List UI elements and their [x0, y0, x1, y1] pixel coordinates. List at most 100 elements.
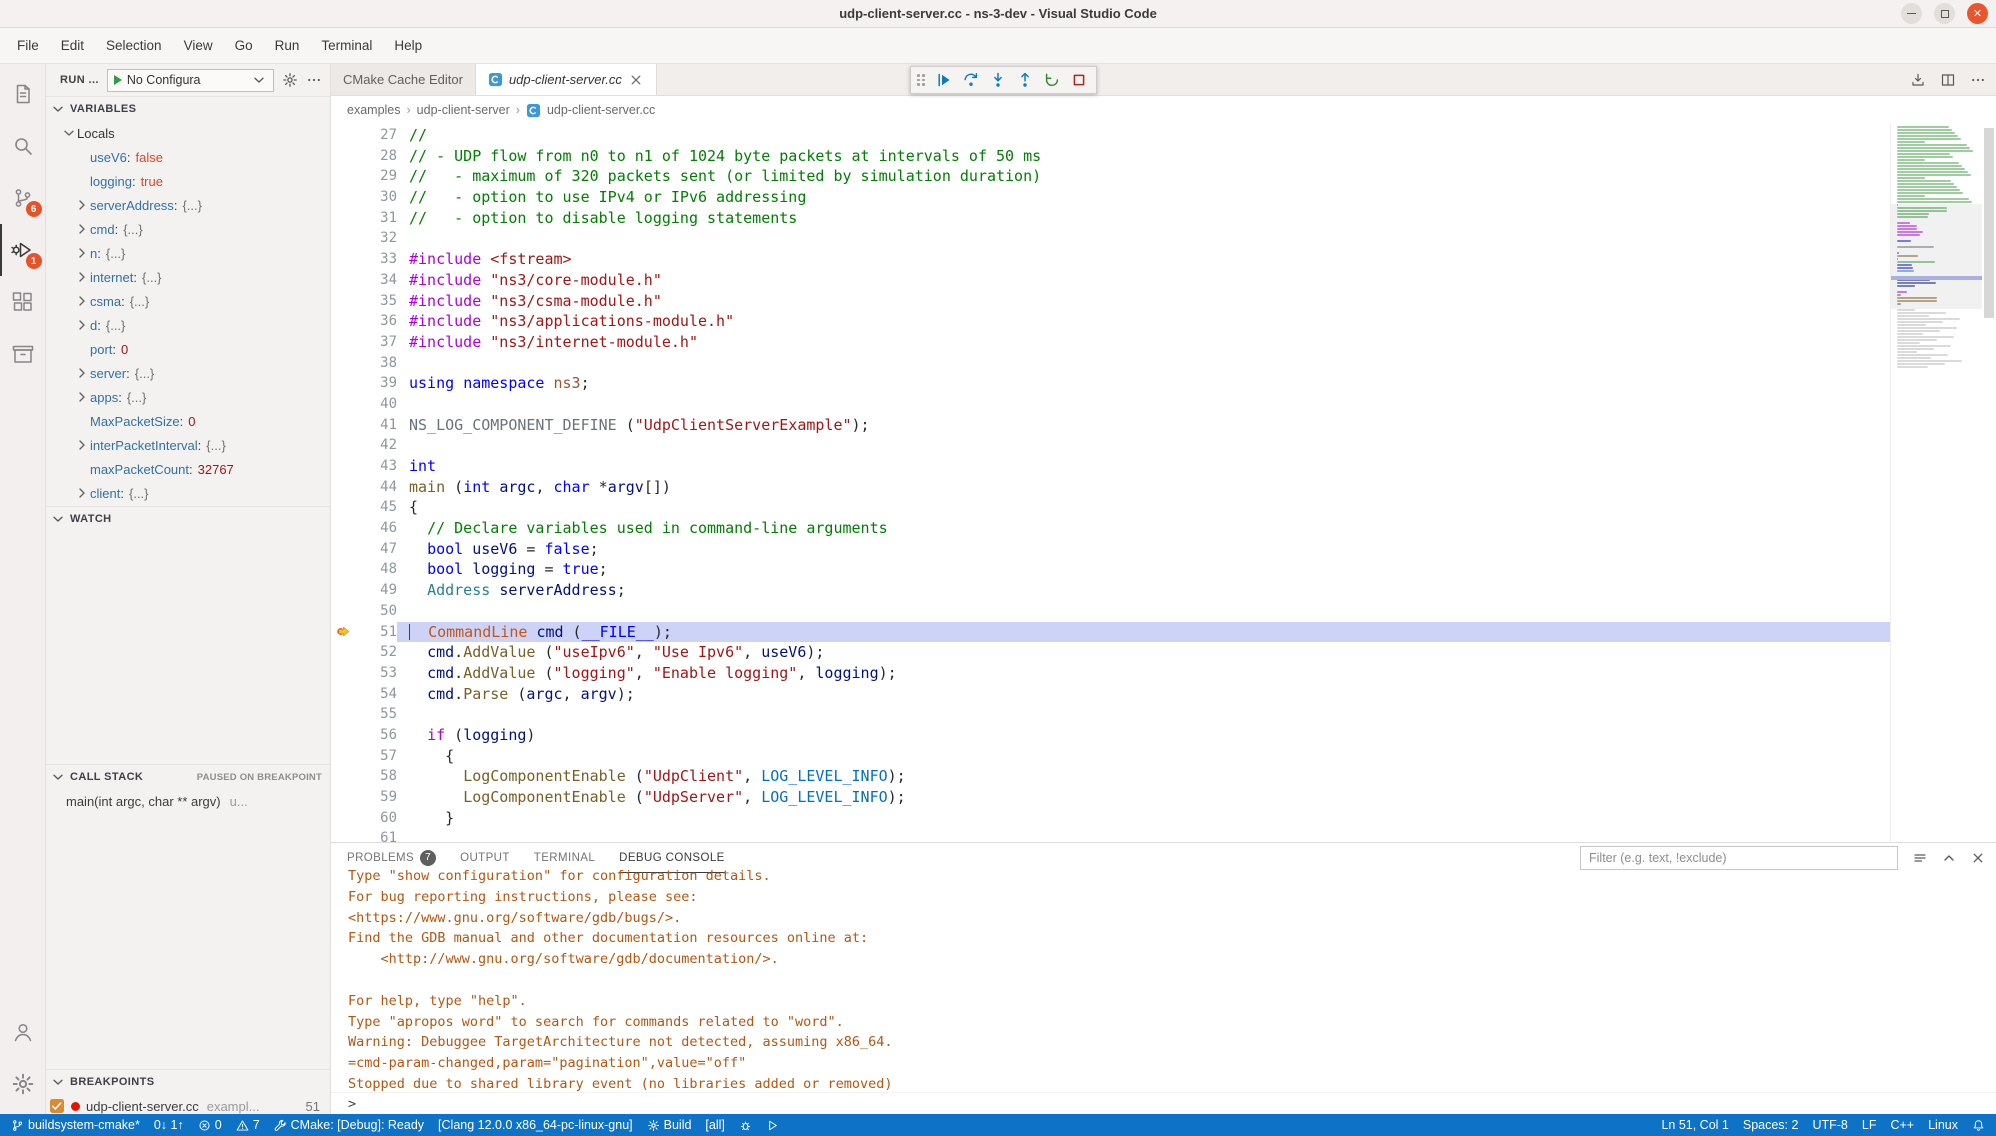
menu-help[interactable]: Help [383, 28, 433, 63]
variable-interPacketInterval[interactable]: interPacketInterval:{...} [46, 433, 330, 457]
gear-icon[interactable] [282, 72, 298, 88]
cmake-launch[interactable] [759, 1114, 786, 1136]
language-mode[interactable]: C++ [1883, 1114, 1921, 1136]
close-panel-icon[interactable] [1970, 850, 1986, 866]
menu-terminal[interactable]: Terminal [310, 28, 383, 63]
breakpoint-gutter[interactable] [331, 766, 355, 787]
variables-section-header[interactable]: VARIABLES [46, 97, 330, 121]
variable-internet[interactable]: internet:{...} [46, 265, 330, 289]
breakpoint-gutter[interactable] [331, 373, 355, 394]
variable-csma[interactable]: csma:{...} [46, 289, 330, 313]
step-out-button[interactable] [1011, 68, 1038, 92]
variable-logging[interactable]: logging:true [46, 169, 330, 193]
activity-item-search[interactable] [0, 120, 46, 172]
breakpoint-gutter[interactable] [331, 477, 355, 498]
git-branch[interactable]: buildsystem-cmake* [4, 1114, 147, 1136]
variable-port[interactable]: port:0 [46, 337, 330, 361]
step-over-button[interactable] [957, 68, 984, 92]
breakpoint-gutter[interactable] [331, 311, 355, 332]
eol[interactable]: LF [1855, 1114, 1884, 1136]
breakpoint-gutter[interactable] [331, 704, 355, 725]
menu-edit[interactable]: Edit [50, 28, 95, 63]
editor-tab-cmake-cache-editor[interactable]: CMake Cache Editor [331, 64, 476, 95]
breakpoint-item[interactable]: udp-client-server.ccexampl...51 [46, 1094, 330, 1114]
breakpoint-gutter[interactable] [331, 146, 355, 167]
menu-file[interactable]: File [6, 28, 50, 63]
continue-button[interactable] [930, 68, 957, 92]
cmake-status[interactable]: CMake: [Debug]: Ready [267, 1114, 431, 1136]
variable-server[interactable]: server:{...} [46, 361, 330, 385]
breakpoints-section-header[interactable]: BREAKPOINTS [46, 1070, 330, 1094]
activity-item-settings[interactable] [0, 1058, 46, 1110]
more-actions-icon[interactable] [306, 72, 322, 88]
launch-config-dropdown[interactable]: No Configura [107, 69, 274, 92]
breakpoint-gutter[interactable] [331, 125, 355, 146]
cmake-kit[interactable]: [Clang 12.0.0 x86_64-pc-linux-gnu] [431, 1114, 640, 1136]
stop-button[interactable] [1065, 68, 1092, 92]
maximize-icon[interactable] [1934, 3, 1955, 24]
breakpoint-gutter[interactable] [331, 228, 355, 249]
cmake-target[interactable]: [all] [698, 1114, 731, 1136]
variable-cmd[interactable]: cmd:{...} [46, 217, 330, 241]
activity-item-explorer[interactable] [0, 68, 46, 120]
breakpoint-gutter[interactable] [331, 456, 355, 477]
breakpoint-gutter[interactable] [331, 808, 355, 829]
menu-run[interactable]: Run [264, 28, 311, 63]
more-actions-icon[interactable] [1970, 72, 1986, 88]
breakpoint-gutter[interactable] [331, 539, 355, 560]
editor-scrollbar[interactable] [1982, 124, 1996, 842]
breakpoint-gutter[interactable] [331, 642, 355, 663]
breakpoint-gutter[interactable] [331, 497, 355, 518]
warnings[interactable]: 7 [229, 1114, 267, 1136]
variable-n[interactable]: n:{...} [46, 241, 330, 265]
minimap[interactable] [1890, 124, 1982, 842]
call-stack-section-header[interactable]: CALL STACK PAUSED ON BREAKPOINT [46, 765, 330, 789]
minimap-viewport[interactable] [1891, 204, 1982, 309]
breakpoint-gutter[interactable] [331, 394, 355, 415]
activity-item-extensions[interactable] [0, 276, 46, 328]
breakpoint-gutter[interactable] [331, 208, 355, 229]
cursor-position[interactable]: Ln 51, Col 1 [1654, 1114, 1735, 1136]
breadcrumb-item-udp-client-server[interactable]: udp-client-server [417, 103, 510, 117]
variable-maxPacketCount[interactable]: maxPacketCount:32767 [46, 457, 330, 481]
breakpoint-gutter[interactable] [331, 291, 355, 312]
split-editor-icon[interactable] [1940, 72, 1956, 88]
activity-item-run-debug[interactable]: 1 [0, 224, 46, 276]
variable-MaxPacketSize[interactable]: MaxPacketSize:0 [46, 409, 330, 433]
toolbar-grip[interactable] [917, 74, 925, 86]
breakpoint-gutter[interactable] [331, 684, 355, 705]
minimize-icon[interactable] [1901, 3, 1922, 24]
breakpoint-gutter[interactable] [331, 518, 355, 539]
output-actions-icon[interactable] [1912, 850, 1928, 866]
errors[interactable]: 0 [191, 1114, 229, 1136]
breakpoint-gutter[interactable] [331, 580, 355, 601]
variable-serverAddress[interactable]: serverAddress:{...} [46, 193, 330, 217]
breakpoint-gutter[interactable] [331, 746, 355, 767]
variable-client[interactable]: client:{...} [46, 481, 330, 505]
os[interactable]: Linux [1921, 1114, 1965, 1136]
breakpoint-gutter[interactable] [331, 787, 355, 808]
breakpoint-gutter[interactable] [331, 166, 355, 187]
breakpoint-gutter[interactable] [331, 601, 355, 622]
breakpoint-gutter[interactable] [331, 353, 355, 374]
menu-go[interactable]: Go [224, 28, 264, 63]
scrollbar-thumb[interactable] [1984, 128, 1994, 318]
scope-row-locals[interactable]: Locals [46, 121, 330, 145]
close-icon[interactable]: ✕ [1967, 3, 1988, 24]
breakpoint-gutter[interactable] [331, 559, 355, 580]
breadcrumb-item-examples[interactable]: examples [347, 103, 401, 117]
activity-item-account[interactable] [0, 1006, 46, 1058]
restart-button[interactable] [1038, 68, 1065, 92]
breadcrumb-item-udp-client-server-cc[interactable]: udp-client-server.cc [547, 103, 655, 117]
variable-d[interactable]: d:{...} [46, 313, 330, 337]
breakpoint-gutter[interactable] [331, 725, 355, 746]
cmake-build[interactable]: Build [640, 1114, 699, 1136]
breakpoint-gutter[interactable] [331, 622, 355, 643]
stack-frame[interactable]: main(int argc, char ** argv)u... [46, 789, 330, 813]
notifications[interactable] [1965, 1114, 1992, 1136]
maximize-panel-icon[interactable] [1941, 850, 1957, 866]
close-tab-icon[interactable] [628, 72, 644, 88]
activity-item-source-control[interactable]: 6 [0, 172, 46, 224]
menu-view[interactable]: View [173, 28, 224, 63]
indentation[interactable]: Spaces: 2 [1736, 1114, 1806, 1136]
